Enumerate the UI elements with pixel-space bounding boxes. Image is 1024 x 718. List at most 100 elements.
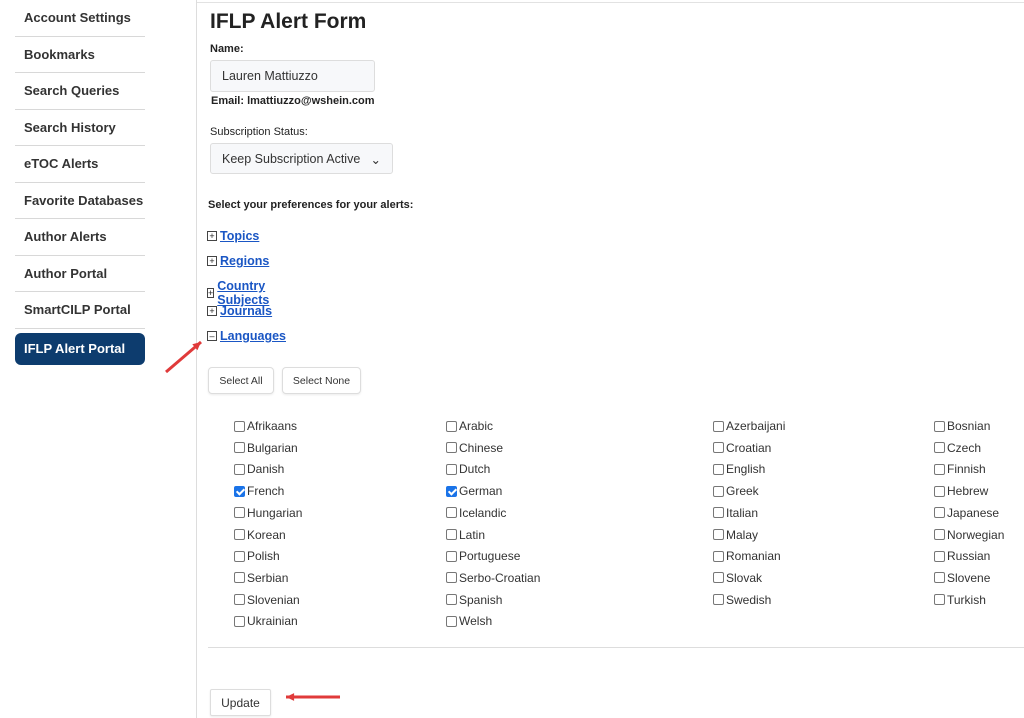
section-languages[interactable]: – Languages <box>207 329 286 343</box>
language-checkbox-slovene[interactable]: Slovene <box>934 571 990 585</box>
language-checkbox-finnish[interactable]: Finnish <box>934 462 986 476</box>
section-country-subjects[interactable]: + Country Subjects <box>207 279 272 307</box>
section-topics[interactable]: + Topics <box>207 229 259 243</box>
checkbox[interactable] <box>446 572 457 584</box>
checkbox[interactable] <box>934 463 945 475</box>
checkbox[interactable] <box>234 529 245 540</box>
language-checkbox-afrikaans[interactable]: Afrikaans <box>234 419 297 433</box>
checkbox[interactable] <box>234 572 245 584</box>
sidebar-item-search-history[interactable]: Search History <box>15 110 145 146</box>
section-journals[interactable]: + Journals <box>207 304 272 318</box>
language-checkbox-english[interactable]: English <box>713 462 765 476</box>
checkbox[interactable] <box>713 442 724 454</box>
language-checkbox-azerbaijani[interactable]: Azerbaijani <box>713 419 785 433</box>
topics-link[interactable]: Topics <box>220 229 259 243</box>
language-checkbox-bulgarian[interactable]: Bulgarian <box>234 441 298 455</box>
language-checkbox-slovenian[interactable]: Slovenian <box>234 593 300 607</box>
checkbox[interactable] <box>934 529 945 540</box>
checkbox[interactable] <box>234 507 245 519</box>
checkbox[interactable] <box>934 550 945 562</box>
checkbox[interactable] <box>934 507 945 519</box>
collapse-minus-icon[interactable]: – <box>207 331 217 341</box>
country-subjects-link[interactable]: Country Subjects <box>217 279 272 307</box>
language-checkbox-malay[interactable]: Malay <box>713 528 758 542</box>
checkbox[interactable] <box>234 550 245 562</box>
language-checkbox-bosnian[interactable]: Bosnian <box>934 419 990 433</box>
checkbox[interactable] <box>446 615 457 627</box>
checkbox[interactable] <box>234 442 245 454</box>
checkbox[interactable] <box>446 550 457 562</box>
update-button[interactable]: Update <box>210 689 271 716</box>
language-checkbox-polish[interactable]: Polish <box>234 549 280 563</box>
expand-plus-icon[interactable]: + <box>207 231 217 241</box>
language-checkbox-romanian[interactable]: Romanian <box>713 549 781 563</box>
checkbox[interactable] <box>446 507 457 519</box>
languages-link[interactable]: Languages <box>220 329 286 343</box>
checkbox[interactable] <box>713 420 724 432</box>
checkbox[interactable] <box>446 529 457 540</box>
language-checkbox-russian[interactable]: Russian <box>934 549 990 563</box>
checkbox[interactable] <box>446 485 457 497</box>
language-checkbox-hebrew[interactable]: Hebrew <box>934 484 988 498</box>
language-checkbox-korean[interactable]: Korean <box>234 528 286 542</box>
sidebar-item-bookmarks[interactable]: Bookmarks <box>15 37 145 73</box>
language-checkbox-german[interactable]: German <box>446 484 502 498</box>
select-all-button[interactable]: Select All <box>208 367 274 394</box>
language-checkbox-dutch[interactable]: Dutch <box>446 462 490 476</box>
language-checkbox-swedish[interactable]: Swedish <box>713 593 771 607</box>
checkbox[interactable] <box>234 485 245 497</box>
regions-link[interactable]: Regions <box>220 254 269 268</box>
checkbox[interactable] <box>934 420 945 432</box>
name-field[interactable]: Lauren Mattiuzzo <box>210 60 375 92</box>
language-checkbox-serbo-croatian[interactable]: Serbo-Croatian <box>446 571 540 585</box>
checkbox[interactable] <box>713 594 724 606</box>
checkbox[interactable] <box>934 594 945 606</box>
language-checkbox-norwegian[interactable]: Norwegian <box>934 528 1004 542</box>
sidebar-item-account-settings[interactable]: Account Settings <box>15 0 145 37</box>
checkbox[interactable] <box>234 463 245 475</box>
checkbox[interactable] <box>713 529 724 540</box>
language-checkbox-italian[interactable]: Italian <box>713 506 758 520</box>
sidebar-item-author-alerts[interactable]: Author Alerts <box>15 219 145 256</box>
checkbox[interactable] <box>446 594 457 606</box>
language-checkbox-turkish[interactable]: Turkish <box>934 593 986 607</box>
language-checkbox-french[interactable]: French <box>234 484 284 498</box>
checkbox[interactable] <box>446 463 457 475</box>
checkbox[interactable] <box>234 615 245 627</box>
language-checkbox-serbian[interactable]: Serbian <box>234 571 288 585</box>
sidebar-item-favorite-databases[interactable]: Favorite Databases <box>15 183 145 219</box>
language-checkbox-portuguese[interactable]: Portuguese <box>446 549 520 563</box>
sidebar-item-smartcilp-portal[interactable]: SmartCILP Portal <box>15 292 145 329</box>
language-checkbox-hungarian[interactable]: Hungarian <box>234 506 302 520</box>
language-checkbox-welsh[interactable]: Welsh <box>446 614 492 628</box>
language-checkbox-croatian[interactable]: Croatian <box>713 441 771 455</box>
sidebar-item-etoc-alerts[interactable]: eTOC Alerts <box>15 146 145 183</box>
language-checkbox-spanish[interactable]: Spanish <box>446 593 502 607</box>
checkbox[interactable] <box>713 485 724 497</box>
checkbox[interactable] <box>713 572 724 584</box>
language-checkbox-greek[interactable]: Greek <box>713 484 759 498</box>
checkbox[interactable] <box>446 442 457 454</box>
sidebar-item-iflp-alert-portal[interactable]: IFLP Alert Portal <box>15 332 145 365</box>
checkbox[interactable] <box>234 594 245 606</box>
language-checkbox-japanese[interactable]: Japanese <box>934 506 999 520</box>
language-checkbox-slovak[interactable]: Slovak <box>713 571 762 585</box>
checkbox[interactable] <box>234 420 245 432</box>
expand-plus-icon[interactable]: + <box>207 256 217 266</box>
language-checkbox-latin[interactable]: Latin <box>446 528 485 542</box>
sidebar-item-author-portal[interactable]: Author Portal <box>15 256 145 292</box>
checkbox[interactable] <box>713 463 724 475</box>
sidebar-item-search-queries[interactable]: Search Queries <box>15 73 145 110</box>
checkbox[interactable] <box>446 420 457 432</box>
language-checkbox-ukrainian[interactable]: Ukrainian <box>234 614 298 628</box>
select-none-button[interactable]: Select None <box>282 367 361 394</box>
expand-plus-icon[interactable]: + <box>207 288 215 298</box>
language-checkbox-icelandic[interactable]: Icelandic <box>446 506 506 520</box>
language-checkbox-chinese[interactable]: Chinese <box>446 441 503 455</box>
language-checkbox-czech[interactable]: Czech <box>934 441 981 455</box>
checkbox[interactable] <box>934 442 945 454</box>
checkbox[interactable] <box>713 507 724 519</box>
language-checkbox-arabic[interactable]: Arabic <box>446 419 493 433</box>
journals-link[interactable]: Journals <box>220 304 272 318</box>
expand-plus-icon[interactable]: + <box>207 306 217 316</box>
